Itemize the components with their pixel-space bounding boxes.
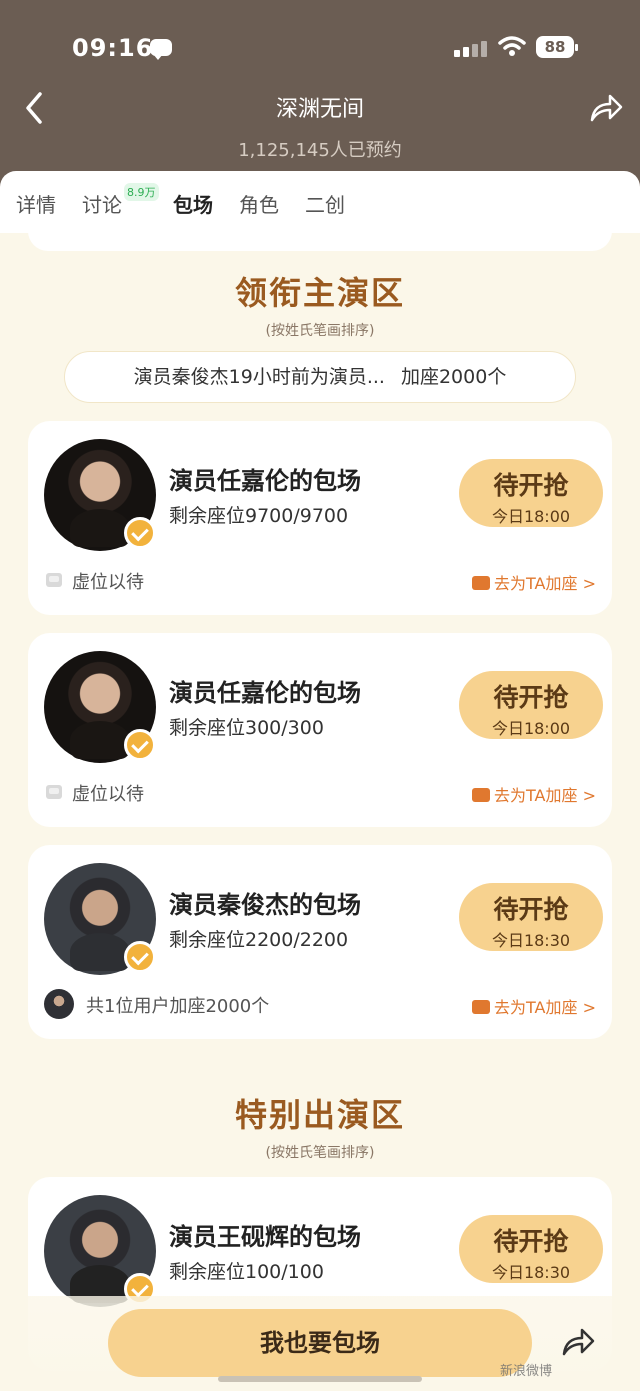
section-title-special: 特别出演区 [234, 1096, 405, 1134]
seat-add-ticker[interactable]: 演员秦俊杰19小时前为演员... 加座2000个 [64, 351, 576, 403]
ticker-amount: 加座2000个 [400, 366, 507, 388]
add-seat-label: 去为TA加座 > [494, 998, 596, 1017]
remaining-seats: 剩余座位100/100 [169, 1261, 324, 1283]
screening-card[interactable]: 演员秦俊杰的包场 剩余座位2200/2200 待开抢 今日18:30 共1位用户… [28, 845, 612, 1039]
screening-card[interactable]: 演员任嘉伦的包场 剩余座位300/300 待开抢 今日18:00 虚位以待 去为… [28, 633, 612, 827]
footer-text: 共1位用户加座2000个 [86, 996, 270, 1017]
grab-ticket-button[interactable]: 待开抢 今日18:00 [459, 671, 603, 739]
section-note-special: (按姓氏笔画排序) [265, 1145, 375, 1161]
status-time: 09:16 [72, 34, 154, 62]
add-seat-link[interactable]: 去为TA加座 > [472, 994, 596, 1018]
discussion-count-badge: 8.9万 [124, 183, 159, 201]
tab-screening[interactable]: 包场 [173, 189, 213, 218]
grab-button-time: 今日18:00 [491, 719, 571, 738]
remaining-seats: 剩余座位300/300 [169, 717, 324, 739]
grab-ticket-button[interactable]: 待开抢 今日18:30 [459, 883, 603, 951]
share-icon[interactable] [588, 90, 624, 126]
section-title-lead: 领衔主演区 [234, 274, 405, 312]
sofa-icon [472, 576, 491, 590]
grab-button-time: 今日18:30 [491, 1263, 571, 1282]
status-bar: 09:16 88 [0, 30, 640, 70]
grab-ticket-button[interactable]: 待开抢 今日18:30 [459, 1215, 603, 1283]
card-title: 演员秦俊杰的包场 [169, 891, 361, 919]
card-title: 演员任嘉伦的包场 [169, 679, 361, 707]
grab-button-label: 待开抢 [493, 471, 569, 500]
add-seat-link[interactable]: 去为TA加座 > [472, 782, 596, 806]
sofa-icon [472, 1000, 491, 1014]
tab-details[interactable]: 详情 [16, 189, 56, 218]
message-icon [150, 39, 172, 60]
share-icon[interactable] [560, 1324, 596, 1360]
tab-roles[interactable]: 角色 [239, 189, 279, 218]
empty-seat-icon [46, 573, 62, 587]
footer-text: 虚位以待 [72, 572, 144, 593]
battery-indicator: 88 [536, 36, 578, 58]
app-header: 09:16 88 深渊无间 1,125,145人已预约 [0, 0, 640, 190]
wifi-icon [498, 36, 526, 56]
previous-card-edge [28, 215, 612, 251]
verified-check-icon [124, 941, 156, 973]
card-footer: 虚位以待 [44, 568, 144, 594]
footer-text: 虚位以待 [72, 784, 144, 805]
remaining-seats: 剩余座位2200/2200 [169, 929, 349, 951]
card-title: 演员王砚辉的包场 [169, 1223, 361, 1251]
book-screening-button[interactable]: 我也要包场 [108, 1309, 532, 1377]
page-title: 深渊无间 [275, 97, 364, 122]
verified-check-icon [124, 517, 156, 549]
supporter-avatar [44, 989, 74, 1019]
grab-button-time: 今日18:30 [491, 931, 571, 950]
grab-button-label: 待开抢 [493, 683, 569, 712]
watermark: 新浪微博 [500, 1364, 553, 1379]
card-footer: 虚位以待 [44, 780, 144, 806]
remaining-seats: 剩余座位9700/9700 [169, 505, 349, 527]
reservation-count: 1,125,145人已预约 [238, 140, 402, 161]
sofa-icon [472, 788, 491, 802]
add-seat-link[interactable]: 去为TA加座 > [472, 570, 596, 594]
verified-check-icon [124, 729, 156, 761]
home-indicator [218, 1376, 422, 1382]
grab-button-label: 待开抢 [493, 895, 569, 924]
card-footer: 共1位用户加座2000个 [44, 989, 270, 1019]
grab-ticket-button[interactable]: 待开抢 今日18:00 [459, 459, 603, 527]
add-seat-label: 去为TA加座 > [494, 786, 596, 805]
empty-seat-icon [46, 785, 62, 799]
card-title: 演员任嘉伦的包场 [169, 467, 361, 495]
cellular-signal-icon [454, 39, 488, 57]
grab-button-label: 待开抢 [493, 1227, 569, 1256]
screening-card[interactable]: 演员任嘉伦的包场 剩余座位9700/9700 待开抢 今日18:00 虚位以待 … [28, 421, 612, 615]
tab-fan-creations[interactable]: 二创 [305, 189, 345, 218]
section-note-lead: (按姓氏笔画排序) [265, 323, 375, 339]
ticker-message: 演员秦俊杰19小时前为演员... [133, 366, 385, 388]
tab-discussion[interactable]: 讨论 [82, 189, 122, 218]
add-seat-label: 去为TA加座 > [494, 574, 596, 593]
grab-button-time: 今日18:00 [491, 507, 571, 526]
